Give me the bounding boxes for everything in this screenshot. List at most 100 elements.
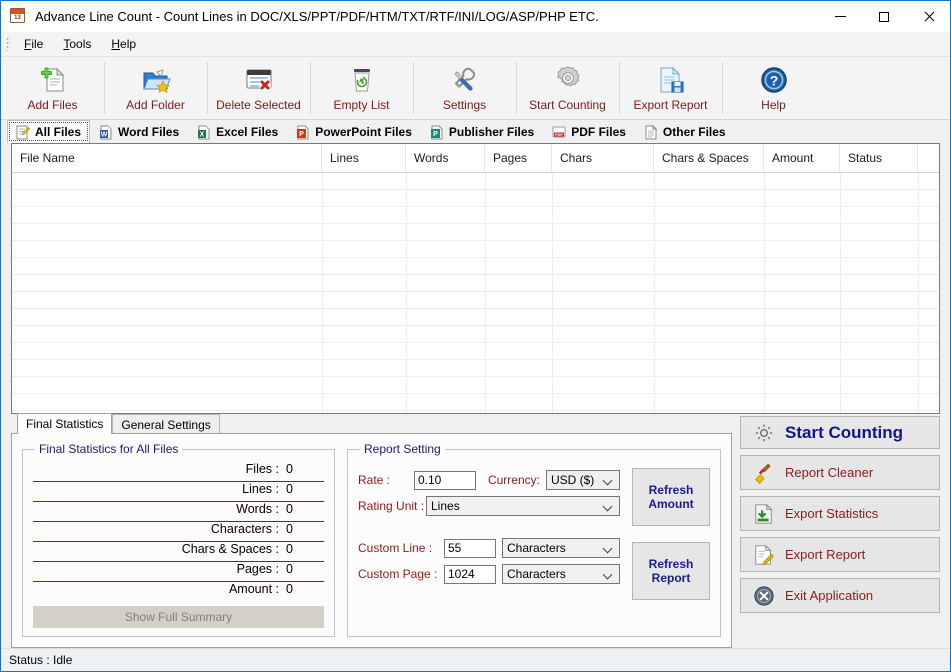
tab-word-files-label: Word Files [118,125,179,139]
column-header-words[interactable]: Words [406,144,485,172]
action-report-cleaner-label: Report Cleaner [785,465,873,480]
currency-select-value: USD ($) [551,473,594,487]
toolbar-delete-selected[interactable]: Delete Selected [207,57,310,119]
column-header-amount[interactable]: Amount [764,144,840,172]
stat-value-files: 0 [279,462,324,476]
custom-line-unit-select[interactable]: Characters [502,538,620,558]
refresh-report-line1: Refresh [649,557,694,571]
minimize-button[interactable] [818,1,862,32]
chevron-down-icon [604,476,613,485]
add-file-icon [38,65,68,96]
rating-unit-select[interactable]: Lines [426,496,620,516]
tab-other-files[interactable]: Other Files [635,120,735,143]
toolbar-empty-list-label: Empty List [333,98,389,112]
close-button[interactable] [906,1,950,32]
custom-page-label: Custom Page : [358,567,438,581]
action-report-cleaner[interactable]: Report Cleaner [740,455,940,490]
window-controls [818,1,950,32]
tab-word-files[interactable]: W Word Files [90,120,188,143]
column-header-chars-spaces[interactable]: Chars & Spaces [654,144,764,172]
custom-line-label: Custom Line : [358,541,438,555]
help-question-icon: ? [759,65,789,96]
stat-value-words: 0 [279,502,324,516]
toolbar-add-files[interactable]: Add Files [1,57,104,119]
menu-file[interactable]: File [14,34,53,54]
stat-value-lines: 0 [279,482,324,496]
file-list-body[interactable] [12,173,939,413]
menu-file-label: ile [31,37,43,51]
toolbar-start-counting[interactable]: Start Counting [516,57,619,119]
toolbar-help-label: Help [761,98,786,112]
tab-final-statistics[interactable]: Final Statistics [17,413,112,434]
tab-excel-files[interactable]: X Excel Files [188,120,287,143]
tab-general-settings[interactable]: General Settings [112,414,219,434]
menu-help[interactable]: Help [101,34,146,54]
powerpoint-doc-icon: P [296,125,310,140]
custom-line-input[interactable] [444,539,496,558]
refresh-report-button[interactable]: Refresh Report [632,542,710,600]
show-full-summary-button[interactable]: Show Full Summary [33,606,324,628]
toolbar-add-folder[interactable]: Add Folder [104,57,207,119]
toolbar-export-report-label: Export Report [633,98,707,112]
column-header-status[interactable]: Status [840,144,918,172]
stat-row-amount: Amount : 0 [33,582,324,602]
export-report-icon [753,544,775,566]
stat-row-pages: Pages : 0 [33,562,324,582]
wrench-screwdriver-icon [450,65,480,96]
publisher-doc-icon: P [430,125,444,140]
bottom-area: Final Statistics General Settings Final … [1,414,950,648]
action-export-report[interactable]: Export Report [740,537,940,572]
action-exit-application[interactable]: Exit Application [740,578,940,613]
stat-label-lines: Lines : [242,482,279,496]
stat-value-chars-spaces: 0 [279,542,324,556]
stat-row-lines: Lines : 0 [33,482,324,502]
pdf-doc-icon: PDF [552,125,566,140]
tab-publisher-files[interactable]: P Publisher Files [421,120,543,143]
tab-all-files[interactable]: All Files [7,120,90,143]
custom-page-input[interactable] [444,565,496,584]
custom-page-unit-select[interactable]: Characters [502,564,620,584]
calendar-icon: 13 [10,8,27,25]
column-header-lines[interactable]: Lines [322,144,406,172]
rating-unit-label: Rating Unit : [358,499,420,513]
stat-label-words: Words : [236,502,279,516]
toolbar-export-report[interactable]: Export Report [619,57,722,119]
stat-row-files: Files : 0 [33,462,324,482]
export-document-icon [656,65,686,96]
toolbar-empty-list[interactable]: Empty List [310,57,413,119]
custom-page-unit-value: Characters [507,567,566,581]
menu-tools[interactable]: Tools [53,34,101,54]
toolbar-settings-label: Settings [443,98,486,112]
file-list[interactable]: File Name Lines Words Pages Chars Chars … [11,143,940,414]
action-start-counting[interactable]: Start Counting [740,416,940,449]
gear-icon [553,65,583,96]
status-bar: Status : Idle [1,648,950,671]
column-header-pages[interactable]: Pages [485,144,552,172]
currency-select[interactable]: USD ($) [546,470,620,490]
toolbar-settings[interactable]: Settings [413,57,516,119]
refresh-amount-button[interactable]: Refresh Amount [632,468,710,526]
bottom-tab-panel: Final Statistics General Settings Final … [11,414,732,648]
tab-other-files-label: Other Files [663,125,726,139]
menu-bar: File Tools Help [1,32,950,57]
rate-input[interactable] [414,471,476,490]
tab-publisher-files-label: Publisher Files [449,125,534,139]
file-list-header: File Name Lines Words Pages Chars Chars … [12,144,939,173]
column-header-file-name[interactable]: File Name [12,144,322,172]
tab-pdf-files[interactable]: PDF PDF Files [543,120,635,143]
action-export-statistics[interactable]: Export Statistics [740,496,940,531]
stat-label-chars-spaces: Chars & Spaces : [182,542,279,556]
toolbar-help[interactable]: ? Help [722,57,825,119]
tab-general-settings-label: General Settings [121,418,210,432]
exit-close-icon [753,585,775,607]
word-doc-icon: W [99,125,113,140]
toolbar-start-counting-label: Start Counting [529,98,606,112]
tab-all-files-label: All Files [35,125,81,139]
maximize-button[interactable] [862,1,906,32]
stat-value-amount: 0 [279,582,324,596]
refresh-report-line2: Report [649,571,694,585]
app-window: 13 Advance Line Count - Count Lines in D… [0,0,951,672]
column-header-chars[interactable]: Chars [552,144,654,172]
refresh-amount-line1: Refresh [648,483,693,497]
tab-powerpoint-files[interactable]: P PowerPoint Files [287,120,421,143]
